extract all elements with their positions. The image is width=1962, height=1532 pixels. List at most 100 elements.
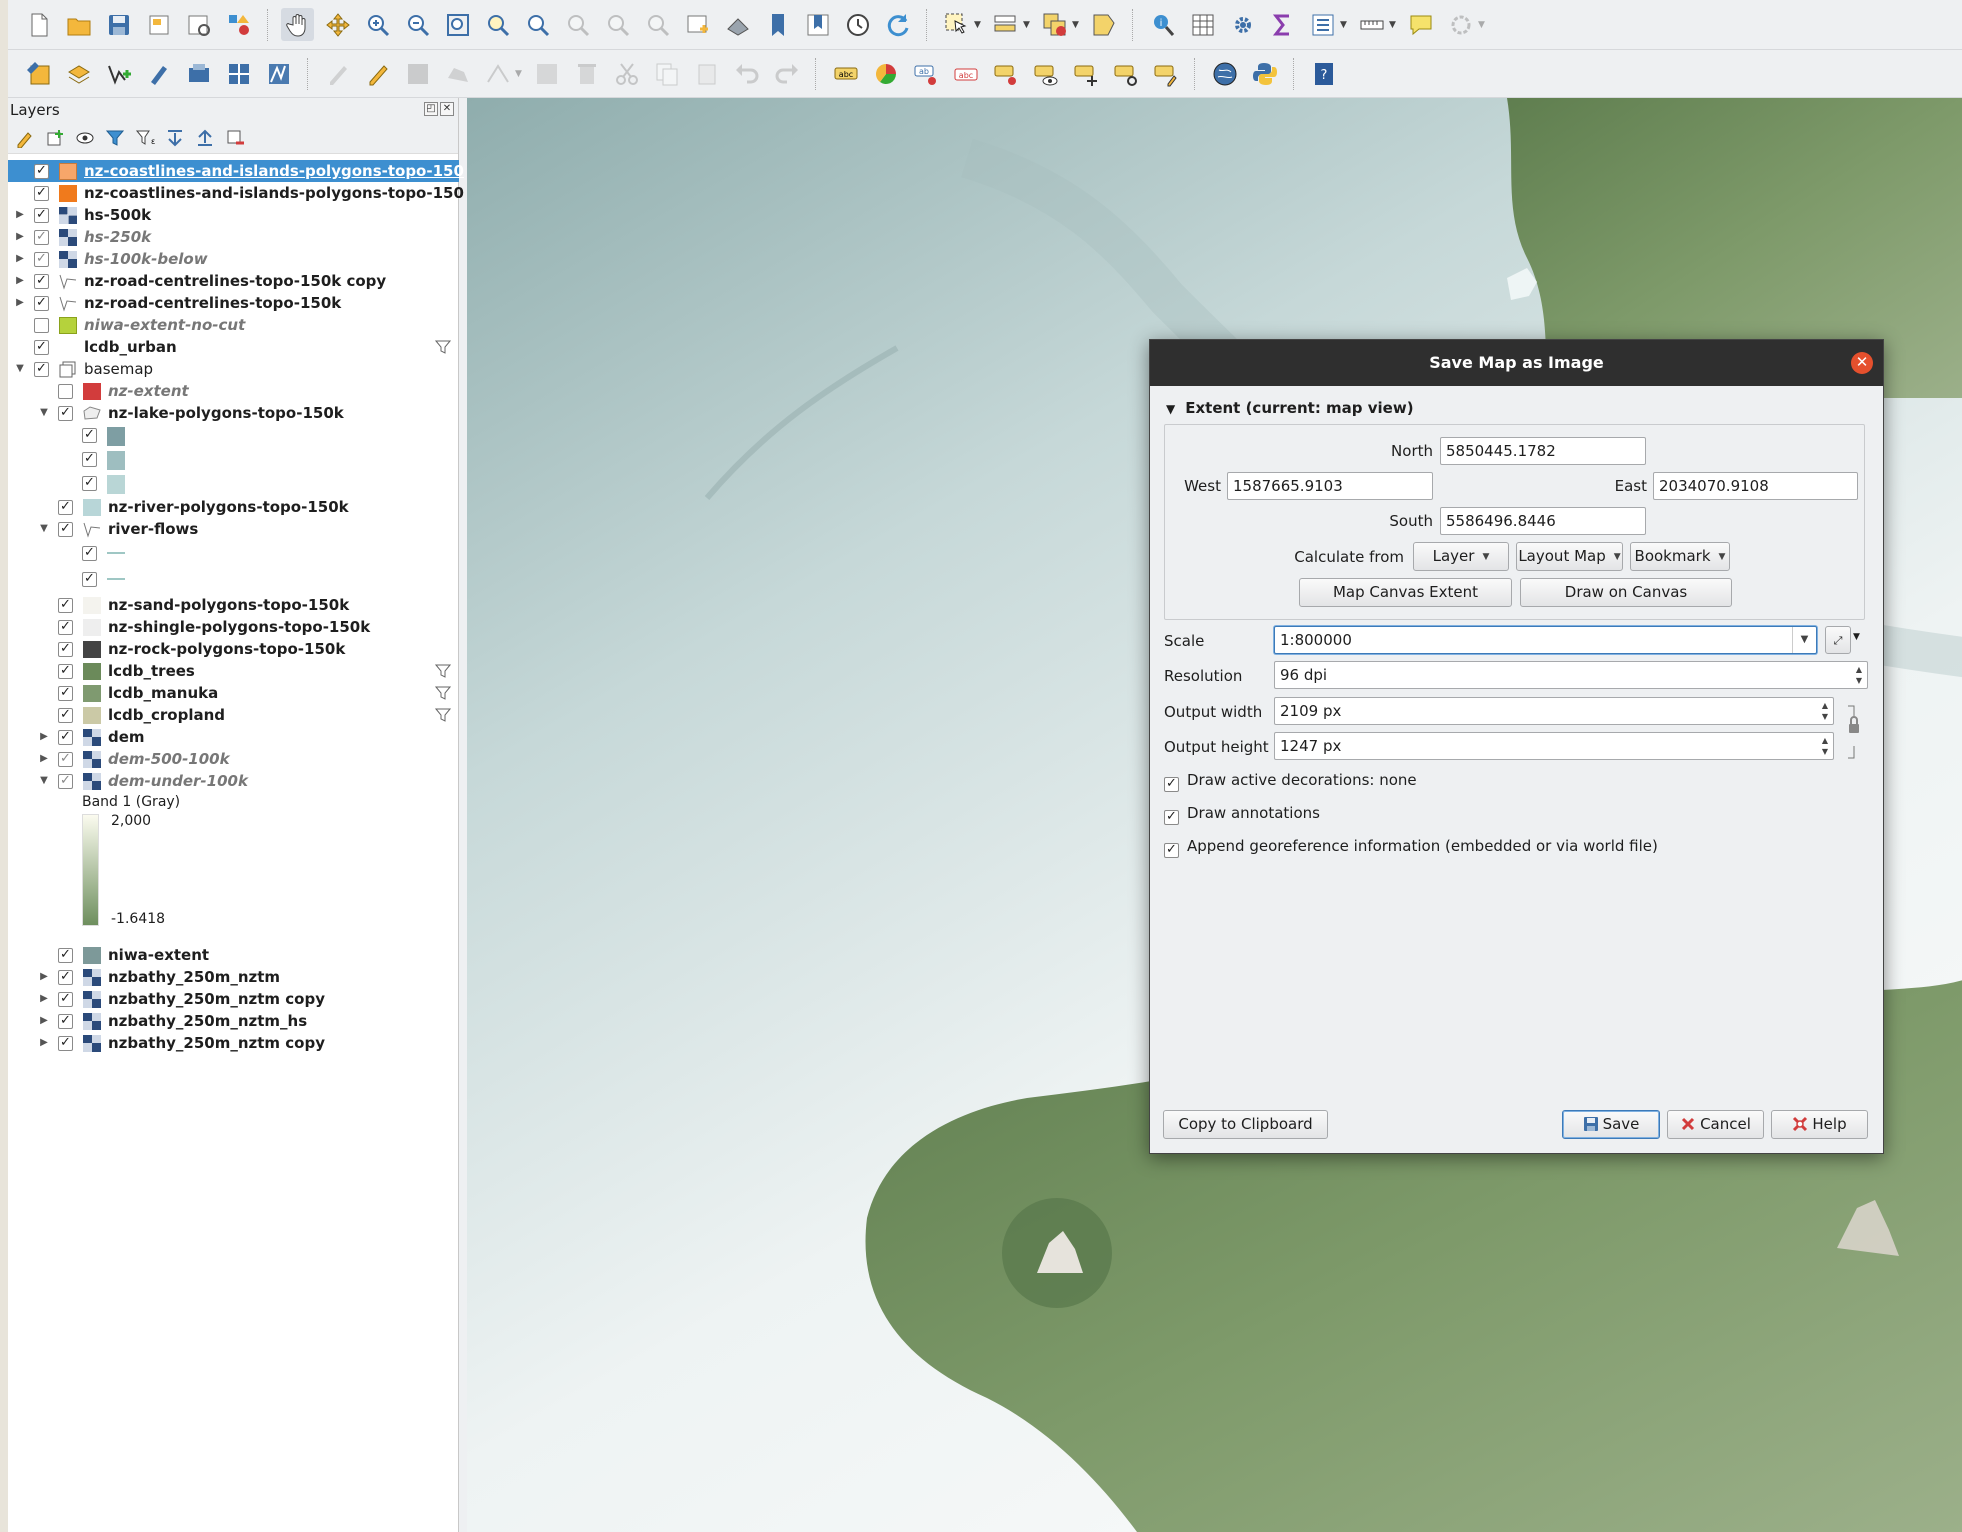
scale-from-map-button[interactable]: ⤢ [1825,626,1851,654]
layer-row[interactable]: ▶ ✓ nzbathy_250m_nztm copy [8,988,459,1010]
delete-selected-icon[interactable] [570,57,603,90]
remove-layer-icon[interactable] [224,127,246,149]
layer-visibility-checkbox[interactable]: ✓ [58,970,73,985]
filter-icon[interactable] [434,707,452,723]
layer-row[interactable]: ✓ nz-coastlines-and-islands-polygons-top… [8,182,464,204]
layer-visibility-checkbox[interactable]: ✓ [34,318,49,333]
layer-visibility-checkbox[interactable]: ✓ [34,274,49,289]
toggle-editing-icon[interactable] [321,57,354,90]
layer-row[interactable]: ▼ ✓ nz-lake-polygons-topo-150k [8,402,459,424]
layer-visibility-checkbox[interactable]: ✓ [34,340,49,355]
layer-row[interactable]: ▶ ✓ dem [8,726,459,748]
layer-row[interactable]: ▶ ✓ nzbathy_250m_nztm copy [8,1032,459,1054]
layer-visibility-checkbox[interactable]: ✓ [58,642,73,657]
output-width-spinbox[interactable]: 2109 px ▲ ▼ [1274,697,1834,725]
manage-visibility-icon[interactable] [74,127,96,149]
zoom-out-icon[interactable] [401,8,434,41]
expand-arrow-icon[interactable]: ▶ [38,966,50,988]
vertex-dropdown-icon[interactable]: ▼ [515,69,523,79]
layer-row[interactable]: ▶ ✓ nzbathy_250m_nztm [8,966,459,988]
extent-group-header[interactable]: ▼ Extent (current: map view) [1166,399,1414,417]
layer-row[interactable]: ✓ lcdb_trees [8,660,459,682]
resolution-spinbox[interactable]: 96 dpi ▲ ▼ [1274,661,1868,689]
layer-row[interactable]: ✓ lcdb_urban [8,336,459,358]
collapse-arrow-icon[interactable]: ▼ [38,770,50,792]
add-feature-icon[interactable] [441,57,474,90]
add-delimited-text-icon[interactable] [142,57,175,90]
class-visibility-checkbox[interactable]: ✓ [82,546,97,561]
new-spatial-bookmark-icon[interactable] [761,8,794,41]
attribute-list-icon[interactable] [1306,8,1339,41]
copy-to-clipboard-button[interactable]: Copy to Clipboard [1163,1110,1328,1139]
layer-row[interactable]: ▶ ✓ dem-500-100k [8,748,459,770]
deselect-dropdown-icon[interactable]: ▼ [1072,20,1080,30]
deselect-features-icon[interactable] [1038,8,1071,41]
expand-arrow-icon[interactable]: ▶ [14,292,26,314]
output-height-spinbox[interactable]: 1247 px ▲ ▼ [1274,732,1834,760]
class-visibility-checkbox[interactable]: ✓ [82,428,97,443]
style-manager-icon[interactable] [222,8,255,41]
vertex-tool-icon[interactable] [481,57,514,90]
diagram-options-icon[interactable] [869,57,902,90]
save-button[interactable]: Save [1562,1110,1660,1139]
open-attribute-table-icon[interactable] [1186,8,1219,41]
collapse-arrow-icon[interactable]: ▼ [38,402,50,424]
draw-decorations-checkbox-row[interactable]: ✓ Draw active decorations: none [1164,771,1417,792]
paste-features-icon[interactable] [690,57,723,90]
measure-dropdown-icon[interactable]: ▼ [1389,20,1397,30]
cancel-button[interactable]: Cancel [1667,1110,1764,1139]
draw-on-canvas-button[interactable]: Draw on Canvas [1520,578,1732,607]
close-dialog-icon[interactable]: ✕ [1851,352,1873,374]
pan-hand-icon[interactable] [281,8,314,41]
processing-toolbox-icon[interactable] [1226,8,1259,41]
layer-visibility-checkbox[interactable]: ✓ [58,1036,73,1051]
lock-aspect-ratio-icon[interactable] [1846,704,1862,760]
layer-row[interactable]: ▶ ✓ nzbathy_250m_nztm_hs [8,1010,459,1032]
annotation-tool-icon[interactable] [1444,8,1477,41]
add-raster-layer-icon[interactable] [222,57,255,90]
draw-decorations-checkbox[interactable]: ✓ [1164,777,1179,792]
legend-class-row[interactable]: ✓ [8,424,459,448]
attribute-list-dropdown-icon[interactable]: ▼ [1340,20,1348,30]
move-label-icon[interactable] [1069,57,1102,90]
layer-visibility-checkbox[interactable]: ✓ [58,620,73,635]
zoom-to-selection-icon[interactable] [481,8,514,41]
label-tool-icon[interactable]: abc [829,57,862,90]
zoom-in-icon[interactable] [361,8,394,41]
layer-row[interactable]: ▶ ✓ nz-road-centrelines-topo-150k copy [8,270,459,292]
append-georeference-checkbox[interactable]: ✓ [1164,843,1179,858]
select-dropdown-arrow-icon[interactable]: ▼ [974,20,982,30]
spin-arrows-icon[interactable]: ▲ ▼ [1819,735,1831,757]
layer-row[interactable]: ✓ niwa-extent-no-cut [8,314,459,336]
south-input[interactable]: 5586496.8446 [1440,507,1646,535]
expand-arrow-icon[interactable]: ▶ [38,1032,50,1054]
close-panel-icon[interactable]: ✕ [440,102,454,116]
bookmark-dropdown-button[interactable]: Bookmark ▼ [1630,542,1730,571]
legend-class-row[interactable]: ✓ [8,448,459,472]
layer-visibility-checkbox[interactable]: ✓ [34,186,49,201]
draw-annotations-checkbox[interactable]: ✓ [1164,810,1179,825]
statistics-sigma-icon[interactable] [1266,8,1299,41]
save-project-icon[interactable] [102,8,135,41]
layer-row[interactable]: ✓ nz-extent [8,380,459,402]
layer-row[interactable]: ▼ ✓ dem-under-100k [8,770,459,792]
add-wms-layer-icon[interactable] [182,57,215,90]
expand-arrow-icon[interactable]: ▶ [38,988,50,1010]
layer-visibility-checkbox[interactable]: ✓ [58,384,73,399]
new-3d-view-icon[interactable] [721,8,754,41]
zoom-native-icon[interactable] [561,8,594,41]
new-project-icon[interactable] [22,8,55,41]
refresh-icon[interactable] [881,8,914,41]
legend-class-row[interactable]: ✓ [8,472,459,496]
group-visibility-checkbox[interactable]: ✓ [34,362,49,377]
legend-class-row[interactable]: ✓ [8,566,459,592]
python-console-icon[interactable] [1248,57,1281,90]
west-input[interactable]: 1587665.9103 [1227,472,1433,500]
filter-by-expression-icon[interactable]: ε [134,127,156,149]
layer-row[interactable]: ▶ ✓ nz-road-centrelines-topo-150k [8,292,459,314]
filter-icon[interactable] [434,339,452,355]
save-edits-icon[interactable] [401,57,434,90]
pan-to-selection-icon[interactable] [321,8,354,41]
show-bookmarks-icon[interactable] [801,8,834,41]
layer-row[interactable]: ✓ lcdb_cropland [8,704,459,726]
